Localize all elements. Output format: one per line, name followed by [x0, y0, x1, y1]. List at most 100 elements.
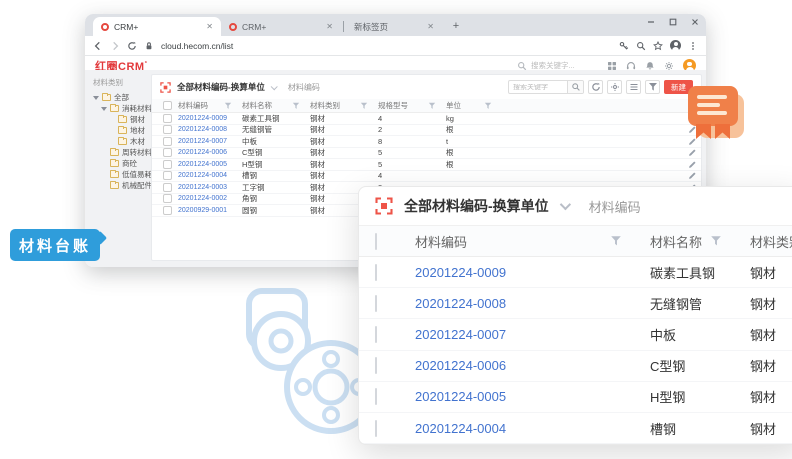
tree-item-all[interactable]: 全部 — [93, 92, 147, 103]
chevron-down-icon[interactable] — [559, 199, 570, 210]
filter-funnel-icon[interactable] — [224, 102, 232, 110]
material-code-link[interactable]: 20201224-0005 — [178, 161, 227, 168]
tab-close-icon[interactable]: ✕ — [427, 22, 434, 31]
list-search-input[interactable] — [509, 84, 567, 91]
material-category-cell: 钢材 — [750, 263, 792, 282]
row-checkbox[interactable] — [375, 326, 377, 343]
close-button[interactable] — [684, 14, 706, 30]
row-checkbox[interactable] — [163, 137, 172, 146]
tree-item-turnover[interactable]: 周转材料 — [93, 147, 147, 158]
row-checkbox[interactable] — [163, 160, 172, 169]
filter-funnel-icon[interactable] — [292, 102, 300, 110]
menu-kebab-icon[interactable] — [688, 41, 698, 51]
url-text[interactable]: cloud.hecom.cn/list — [161, 41, 612, 51]
tab-close-icon[interactable]: ✕ — [326, 22, 333, 31]
chevron-down-icon[interactable] — [271, 83, 278, 90]
browser-tab-2[interactable]: CRM+ ✕ — [221, 17, 341, 36]
key-icon[interactable] — [619, 41, 629, 51]
material-code-link[interactable]: 20201224-0009 — [178, 115, 227, 122]
list-search[interactable] — [508, 80, 584, 94]
caret-down-icon[interactable] — [101, 107, 107, 111]
header-search[interactable] — [517, 61, 593, 71]
filter-funnel-icon[interactable] — [428, 102, 436, 110]
material-code-link[interactable]: 20201224-0003 — [178, 184, 227, 191]
view-title[interactable]: 全部材料编码-换算单位 — [177, 81, 265, 93]
browser-tab-3[interactable]: 新标签页 ✕ — [346, 17, 442, 36]
material-name-cell: 角钢 — [242, 193, 310, 204]
zoom-table-row: 20201224-0007 中板 钢材 — [359, 319, 792, 350]
material-code-link[interactable]: 20201224-0006 — [178, 149, 227, 156]
unit-cell: 根 — [446, 124, 502, 135]
settings-button[interactable] — [607, 80, 622, 94]
row-checkbox[interactable] — [163, 125, 172, 134]
minimize-button[interactable] — [640, 14, 662, 30]
apps-grid-icon[interactable] — [607, 61, 617, 71]
material-code-link[interactable]: 20201224-0008 — [415, 296, 506, 311]
material-code-link[interactable]: 20201224-0009 — [415, 265, 506, 280]
material-code-link[interactable]: 20201224-0007 — [415, 327, 506, 342]
folder-icon — [110, 182, 119, 189]
row-checkbox[interactable] — [163, 206, 172, 215]
tree-item-ground-material[interactable]: 地材 — [93, 125, 147, 136]
row-checkbox[interactable] — [163, 194, 172, 203]
search-button[interactable] — [567, 80, 583, 94]
zoom-detail-panel: 全部材料编码-换算单位 材料编码 材料编码 材料名称 材料类别 20201224… — [358, 186, 792, 445]
filter-button[interactable] — [645, 80, 660, 94]
row-checkbox[interactable] — [163, 183, 172, 192]
filter-funnel-icon[interactable] — [360, 102, 368, 110]
tree-item-concrete[interactable]: 商砼 — [93, 158, 147, 169]
tree-item-machine-parts[interactable]: 机械配件 — [93, 180, 147, 191]
filter-funnel-icon[interactable] — [610, 235, 622, 247]
material-code-link[interactable]: 20201224-0008 — [178, 126, 227, 133]
row-checkbox[interactable] — [375, 388, 377, 405]
tree-item-wood[interactable]: 木材 — [93, 136, 147, 147]
material-name-cell: 工字钢 — [242, 182, 310, 193]
edit-pencil-icon[interactable] — [688, 148, 697, 157]
new-tab-button[interactable]: + — [448, 18, 464, 34]
caret-down-icon[interactable] — [93, 96, 99, 100]
browser-tab-1[interactable]: CRM+ ✕ — [93, 17, 221, 36]
material-code-link[interactable]: 20200929-0001 — [178, 207, 227, 214]
material-code-link[interactable]: 20201224-0006 — [415, 358, 506, 373]
material-category-cell: 钢材 — [310, 124, 378, 135]
reload-icon[interactable] — [127, 41, 137, 51]
back-icon[interactable] — [93, 41, 103, 51]
scan-view-icon[interactable] — [160, 82, 171, 93]
row-checkbox[interactable] — [163, 171, 172, 180]
material-name-cell: 槽钢 — [650, 419, 750, 438]
profile-avatar[interactable] — [670, 40, 681, 51]
material-code-link[interactable]: 20201224-0004 — [415, 421, 506, 436]
row-checkbox[interactable] — [375, 357, 377, 374]
tab-close-icon[interactable]: ✕ — [206, 22, 213, 31]
maximize-button[interactable] — [662, 14, 684, 30]
material-category-cell: 钢材 — [310, 170, 378, 181]
filter-funnel-icon[interactable] — [710, 235, 722, 247]
edit-pencil-icon[interactable] — [688, 160, 697, 169]
material-code-link[interactable]: 20201224-0007 — [178, 138, 227, 145]
row-checkbox[interactable] — [163, 148, 172, 157]
zoom-icon[interactable] — [636, 41, 646, 51]
tree-item-low-value[interactable]: 低值易耗品 — [93, 169, 147, 180]
select-all-checkbox[interactable] — [163, 101, 172, 110]
edit-pencil-icon[interactable] — [688, 171, 697, 180]
filter-funnel-icon[interactable] — [484, 102, 492, 110]
tree-item-consumables[interactable]: 消耗材料 — [93, 103, 147, 114]
header-search-input[interactable] — [531, 61, 593, 70]
row-checkbox[interactable] — [375, 295, 377, 312]
tree-item-steel[interactable]: 钢材 — [93, 114, 147, 125]
headset-icon[interactable] — [626, 61, 636, 71]
refresh-button[interactable] — [588, 80, 603, 94]
row-checkbox[interactable] — [163, 114, 172, 123]
list-view-button[interactable] — [626, 80, 641, 94]
bookmark-star-icon[interactable] — [653, 41, 663, 51]
forward-icon[interactable] — [110, 41, 120, 51]
row-checkbox[interactable] — [375, 420, 377, 437]
select-all-checkbox[interactable] — [375, 233, 377, 250]
folder-icon — [102, 94, 111, 101]
bell-icon[interactable] — [645, 61, 655, 71]
material-code-link[interactable]: 20201224-0002 — [178, 195, 227, 202]
material-code-link[interactable]: 20201224-0004 — [178, 172, 227, 179]
gear-icon[interactable] — [664, 61, 674, 71]
row-checkbox[interactable] — [375, 264, 377, 281]
material-code-link[interactable]: 20201224-0005 — [415, 389, 506, 404]
